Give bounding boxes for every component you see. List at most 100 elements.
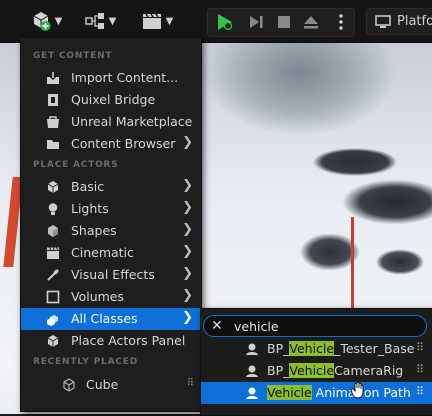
chevron-down-icon: ▼ — [165, 15, 174, 27]
result-label: BP_Vehicle_Tester_Base — [267, 341, 414, 356]
clapperboard-icon — [142, 13, 161, 29]
menu-item-cube[interactable]: Cube ⠿ — [21, 374, 201, 396]
all-classes-icon — [47, 315, 58, 326]
menu-item-label: Shapes — [71, 223, 117, 238]
result-match-highlight: Vehicle — [289, 341, 335, 356]
menu-item-label: Visual Effects — [71, 267, 155, 282]
cube-add-icon — [33, 12, 51, 31]
menu-item-lights[interactable]: Lights ❯ — [21, 198, 201, 220]
all-classes-submenu: ✕ BP_Vehicle_Tester_Base ⠿ BP_VehicleCam… — [200, 308, 432, 416]
lights-icon — [48, 203, 58, 215]
eject-button[interactable] — [300, 12, 322, 32]
class-search-box[interactable]: ✕ — [203, 315, 427, 337]
volumes-icon — [46, 290, 60, 304]
chevron-right-icon: ❯ — [182, 135, 193, 150]
menu-item-label: Content Browser — [71, 136, 176, 151]
result-match-highlight: Vehicle — [289, 363, 335, 378]
menu-item-label: All Classes — [71, 311, 138, 326]
drag-handle-icon[interactable]: ⠿ — [416, 341, 424, 354]
more-options-button[interactable] — [332, 12, 350, 32]
chevron-right-icon: ❯ — [182, 288, 193, 303]
red-marker-pole — [351, 217, 354, 322]
actor-class-icon — [246, 387, 258, 399]
blueprint-actor-icon — [246, 343, 258, 355]
menu-item-label: Cube — [86, 377, 119, 392]
menu-item-content-browser[interactable]: Content Browser ❯ — [21, 133, 201, 155]
menu-item-shapes[interactable]: Shapes ❯ — [21, 220, 201, 242]
chevron-right-icon: ❯ — [182, 310, 193, 325]
blueprint-button[interactable]: ▼ — [80, 8, 120, 34]
chevron-right-icon: ❯ — [182, 222, 193, 237]
blueprint-icon — [84, 13, 104, 29]
content-browser-icon — [47, 140, 59, 149]
menu-item-label: Import Content... — [71, 70, 179, 85]
menu-item-quixel-bridge[interactable]: Quixel Bridge — [21, 89, 201, 111]
menu-item-visual-effects[interactable]: Visual Effects ❯ — [21, 264, 201, 286]
add-content-menu: GET CONTENT Import Content... Quixel Bri… — [20, 37, 202, 412]
platforms-icon — [375, 14, 391, 28]
marketplace-icon — [47, 116, 59, 128]
menu-item-all-classes[interactable]: All Classes ❯ — [21, 308, 201, 330]
menu-item-place-actors-panel[interactable]: Place Actors Panel — [21, 330, 201, 352]
clear-search-icon[interactable]: ✕ — [211, 318, 223, 334]
import-icon — [47, 72, 59, 84]
menu-item-label: Basic — [71, 179, 105, 194]
step-button[interactable] — [246, 12, 266, 32]
menu-item-label: Quixel Bridge — [71, 92, 156, 107]
cinematics-button[interactable]: ▼ — [137, 8, 177, 34]
quixel-bridge-icon — [48, 94, 58, 106]
class-search-input[interactable] — [234, 318, 414, 334]
chevron-right-icon: ❯ — [182, 200, 193, 215]
play-icon — [218, 14, 233, 31]
play-button[interactable] — [214, 12, 236, 32]
result-prefix: BP_ — [267, 363, 290, 378]
result-suffix: _Tester_Base — [334, 341, 415, 356]
add-content-button[interactable]: ▼ — [26, 8, 66, 34]
shapes-icon — [48, 225, 58, 237]
menu-item-unreal-marketplace[interactable]: Unreal Marketplace — [21, 111, 201, 133]
place-actors-panel-icon — [47, 335, 59, 347]
drag-handle-icon[interactable]: ⠿ — [416, 385, 424, 398]
result-vehicle-animation-path[interactable]: Vehicle Animation Path ⠿ — [201, 382, 432, 404]
grab-hand-cursor-icon — [350, 381, 364, 399]
blueprint-actor-icon — [246, 365, 258, 377]
section-title-recently-placed: RECENTLY PLACED — [33, 357, 139, 367]
menu-item-label: Unreal Marketplace — [71, 114, 193, 129]
menu-item-volumes[interactable]: Volumes ❯ — [21, 286, 201, 308]
cube-icon — [63, 378, 75, 392]
menu-item-label: Place Actors Panel — [71, 333, 186, 348]
basic-icon — [47, 181, 59, 193]
platforms-label: Platfo — [397, 14, 432, 29]
result-label: BP_VehicleCameraRig — [267, 363, 403, 378]
visual-effects-icon — [47, 269, 59, 281]
menu-item-cinematic[interactable]: Cinematic ❯ — [21, 242, 201, 264]
platforms-button[interactable]: Platfo — [366, 8, 432, 35]
menu-item-label: Cinematic — [71, 245, 134, 260]
section-title-place-actors: PLACE ACTORS — [33, 160, 119, 170]
drag-handle-icon[interactable]: ⠿ — [187, 378, 194, 389]
result-prefix: BP_ — [267, 341, 290, 356]
result-bp-vehicle-camerarig[interactable]: BP_VehicleCameraRig ⠿ — [201, 360, 432, 382]
play-controls-group — [207, 8, 355, 37]
chevron-right-icon: ❯ — [182, 178, 193, 193]
menu-item-label: Volumes — [71, 289, 125, 304]
section-title-get-content: GET CONTENT — [33, 51, 113, 61]
eject-icon — [304, 16, 318, 29]
result-suffix: CameraRig — [334, 363, 404, 378]
result-label: Vehicle Animation Path — [267, 385, 411, 400]
stop-button[interactable] — [274, 12, 294, 32]
chevron-right-icon: ❯ — [182, 244, 193, 259]
result-bp-vehicle-tester-base[interactable]: BP_Vehicle_Tester_Base ⠿ — [201, 338, 432, 360]
result-match-highlight: Vehicle — [267, 385, 312, 400]
menu-item-label: Lights — [71, 201, 109, 216]
chevron-right-icon: ❯ — [182, 266, 193, 281]
drag-handle-icon[interactable]: ⠿ — [416, 363, 424, 376]
chevron-down-icon: ▼ — [54, 15, 63, 27]
cinematic-icon — [47, 247, 59, 259]
more-icon — [339, 14, 343, 30]
menu-item-import-content[interactable]: Import Content... — [21, 67, 201, 89]
menu-item-basic[interactable]: Basic ❯ — [21, 176, 201, 198]
step-icon — [250, 16, 263, 28]
chevron-down-icon: ▼ — [108, 15, 117, 27]
stop-icon — [278, 16, 290, 28]
